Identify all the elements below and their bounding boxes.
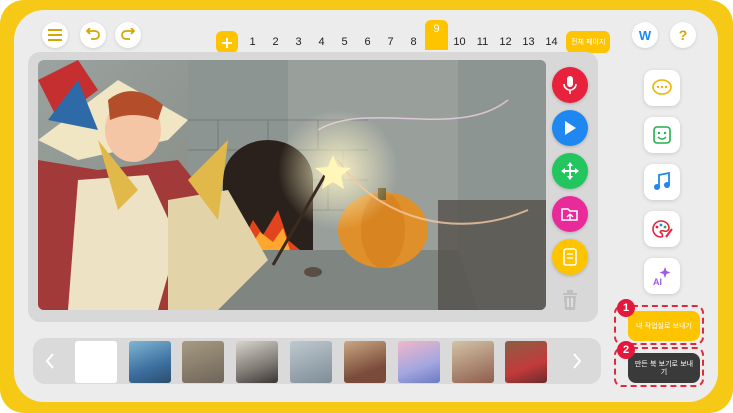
page-11[interactable]: 11 — [471, 31, 494, 53]
step-badge-1: 1 — [617, 299, 635, 317]
page-12[interactable]: 12 — [494, 31, 517, 53]
speech-bubble-icon — [652, 79, 672, 95]
filmstrip-next-button[interactable] — [567, 346, 587, 376]
speech-bubble-button[interactable] — [644, 70, 680, 106]
open-folder-button[interactable] — [552, 196, 588, 232]
page-5[interactable]: 5 — [333, 31, 356, 53]
page-6[interactable]: 6 — [356, 31, 379, 53]
menu-button[interactable] — [42, 22, 68, 48]
redo-button[interactable] — [115, 22, 141, 48]
page-9-current[interactable]: 9 — [425, 20, 448, 50]
thumbnail-8[interactable] — [452, 341, 494, 383]
ai-sparkle-icon: AI — [653, 267, 671, 287]
page-1[interactable]: 1 — [241, 31, 264, 53]
ai-label: AI — [653, 277, 662, 287]
menu-icon — [48, 29, 62, 41]
page-13[interactable]: 13 — [517, 31, 540, 53]
thumbnail-4[interactable] — [236, 341, 278, 383]
page-selector: + 1 2 3 4 5 6 7 8 9 10 11 12 13 14 전체 페이… — [216, 20, 611, 54]
filmstrip-prev-button[interactable] — [40, 346, 60, 376]
page-14[interactable]: 14 — [540, 31, 563, 53]
help-icon: ? — [678, 27, 688, 43]
folder-open-icon — [561, 208, 578, 221]
page-4[interactable]: 4 — [310, 31, 333, 53]
play-icon — [565, 121, 576, 135]
palette-button[interactable] — [644, 211, 680, 247]
document-icon — [563, 248, 577, 266]
chevron-right-icon — [573, 353, 582, 369]
delete-button[interactable] — [552, 282, 588, 318]
page-2[interactable]: 2 — [264, 31, 287, 53]
thumbnail-5[interactable] — [290, 341, 332, 383]
w-logo-icon: W — [638, 27, 652, 43]
thumbnail-7[interactable] — [398, 341, 440, 383]
redo-icon — [121, 28, 135, 40]
story-illustration[interactable] — [38, 60, 546, 310]
music-note-icon — [654, 172, 670, 190]
trash-icon — [563, 290, 577, 310]
page-7[interactable]: 7 — [379, 31, 402, 53]
editor-canvas[interactable] — [28, 52, 598, 322]
play-button[interactable] — [552, 110, 588, 146]
thumbnail-1[interactable] — [75, 341, 117, 383]
step-badge-2: 2 — [617, 341, 635, 359]
chevron-left-icon — [45, 353, 54, 369]
fairy-godmother-scene — [38, 60, 546, 310]
microphone-icon — [563, 76, 577, 94]
record-button[interactable] — [552, 67, 588, 103]
send-to-my-workroom-button[interactable]: 내 작업실로 보내기 — [628, 311, 700, 341]
music-button[interactable] — [644, 164, 680, 200]
undo-icon — [86, 28, 100, 40]
thumbnail-6[interactable] — [344, 341, 386, 383]
undo-button[interactable] — [80, 22, 106, 48]
move-icon — [561, 162, 579, 180]
page-10[interactable]: 10 — [448, 31, 471, 53]
brand-button[interactable]: W — [632, 22, 658, 48]
move-button[interactable] — [552, 153, 588, 189]
palette-icon — [652, 220, 673, 238]
sticker-icon — [653, 126, 671, 144]
all-pages-button[interactable]: 전체 페이지 — [566, 31, 611, 53]
document-button[interactable] — [552, 239, 588, 275]
page-8[interactable]: 8 — [402, 31, 425, 53]
thumbnail-2[interactable] — [129, 341, 171, 383]
thumbnail-3[interactable] — [182, 341, 224, 383]
sticker-button[interactable] — [644, 117, 680, 153]
send-to-book-view-button[interactable]: 만든 북 보기로 보내기 — [628, 353, 700, 383]
ai-button[interactable]: AI — [644, 258, 680, 294]
thumbnail-9[interactable] — [505, 341, 547, 383]
help-button[interactable]: ? — [670, 22, 696, 48]
add-page-button[interactable]: + — [216, 31, 238, 53]
page-3[interactable]: 3 — [287, 31, 310, 53]
